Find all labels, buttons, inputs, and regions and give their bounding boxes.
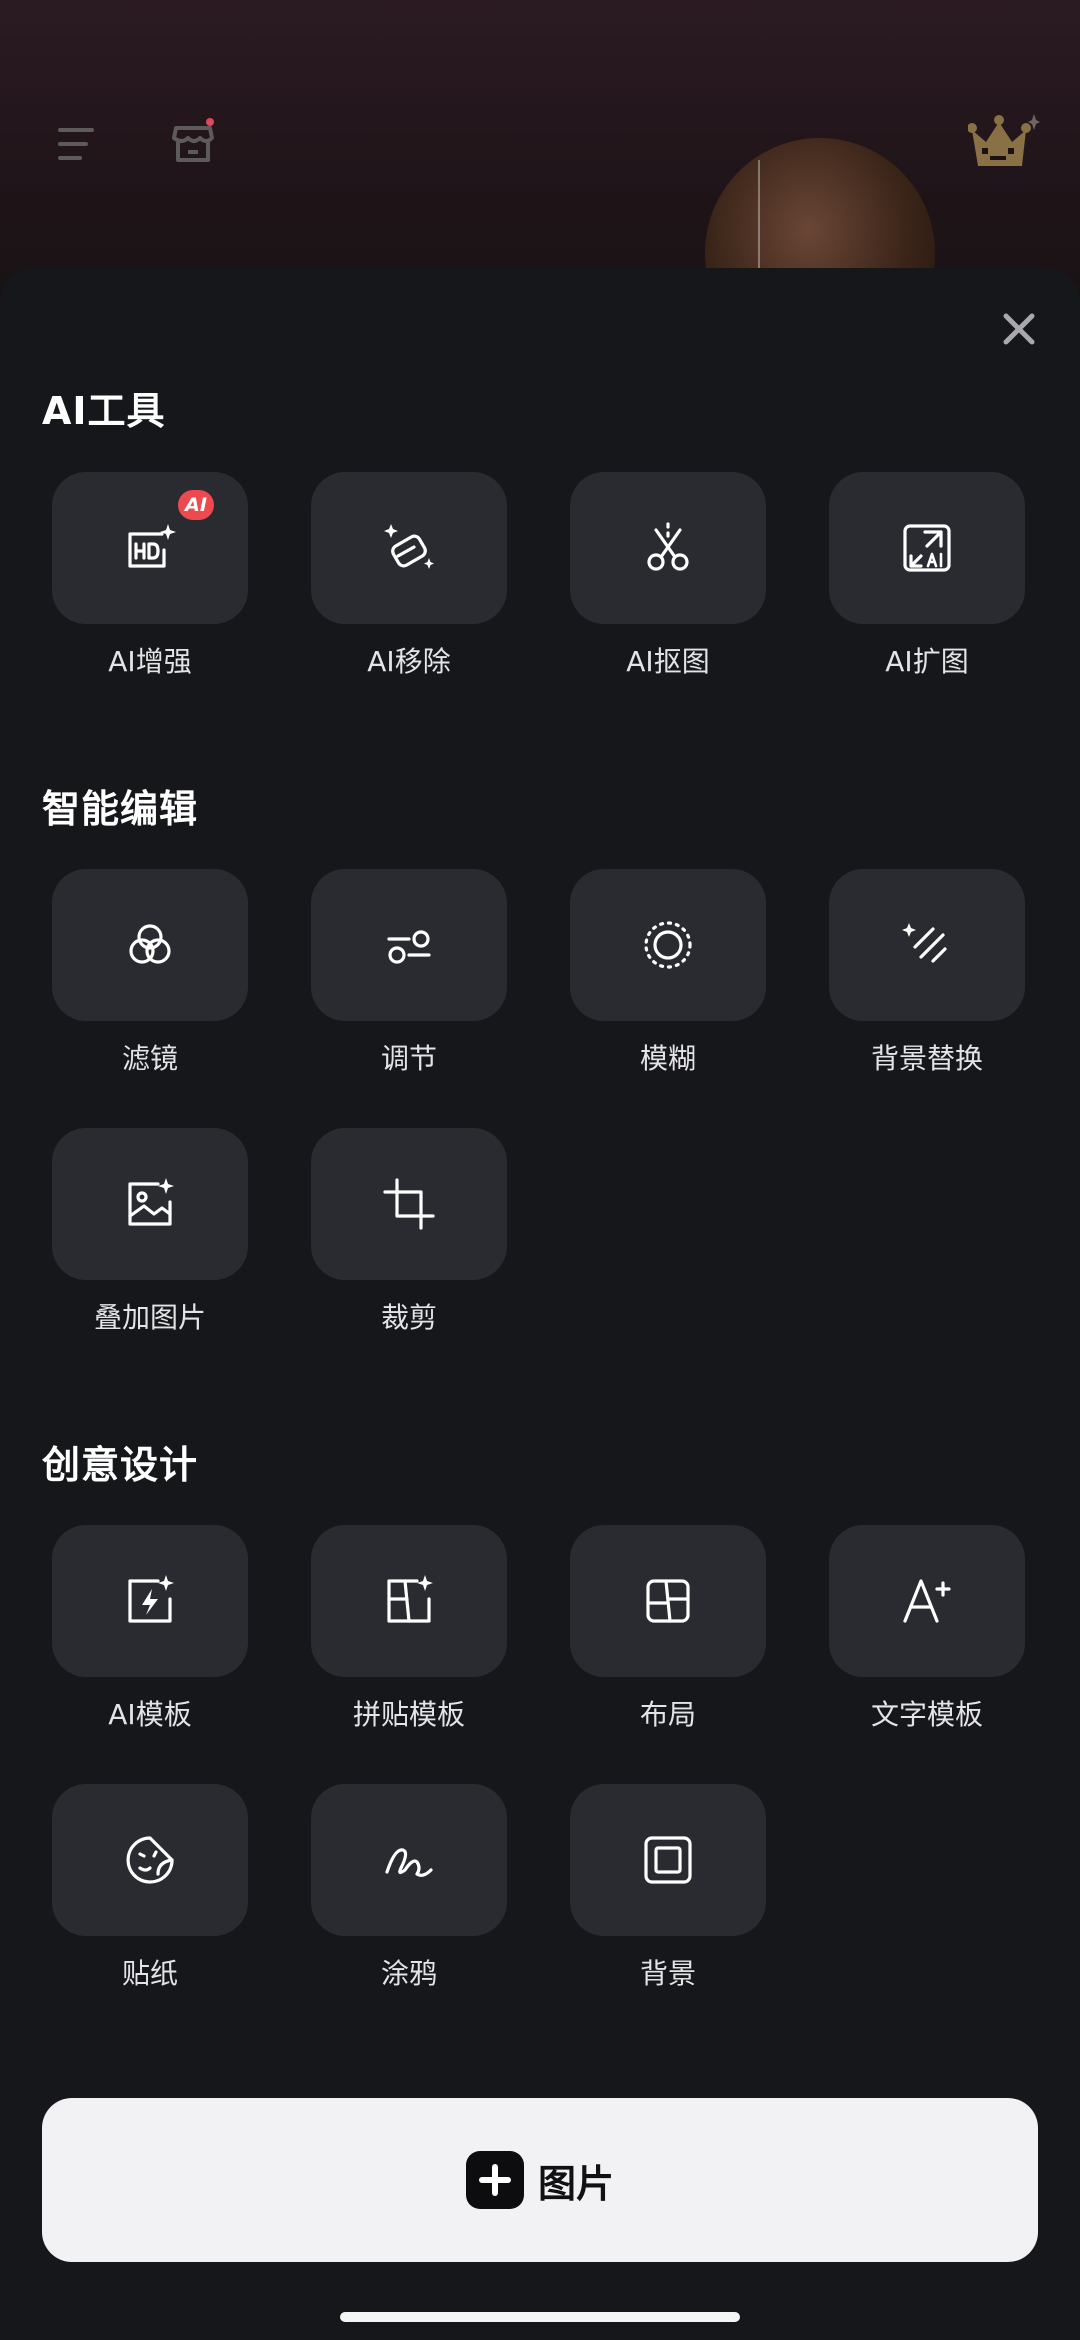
store-icon[interactable] xyxy=(170,120,216,166)
collage-template-icon xyxy=(387,1575,433,1623)
close-icon[interactable] xyxy=(994,304,1044,354)
menu-icon[interactable] xyxy=(58,128,98,164)
filter-label: 滤镜 xyxy=(121,1042,178,1075)
eraser-icon xyxy=(384,524,434,569)
text-template-label: 文字模板 xyxy=(870,1698,983,1731)
adjust-button[interactable] xyxy=(311,869,507,1021)
collage-template-label: 拼贴模板 xyxy=(352,1698,465,1731)
ai-expand-label: AI扩图 xyxy=(885,645,969,678)
layout-label: 布局 xyxy=(639,1698,696,1731)
doodle-label: 涂鸦 xyxy=(380,1957,437,1990)
photo-detail xyxy=(758,160,760,280)
collage-template-button[interactable] xyxy=(311,1525,507,1677)
add-image-label: 图片 xyxy=(537,2161,614,2206)
background-replace-icon xyxy=(902,923,947,963)
adjust-label: 调节 xyxy=(380,1042,437,1075)
ai-expand-button[interactable] xyxy=(829,472,1025,624)
section-title-ai-tools: AI工具 xyxy=(42,389,166,433)
overlay-image-icon xyxy=(128,1178,174,1226)
background-replace-button[interactable] xyxy=(829,869,1025,1021)
background-icon xyxy=(644,1836,692,1884)
ai-enhance-button[interactable] xyxy=(52,472,248,624)
background-label: 背景 xyxy=(639,1957,696,1990)
ai-template-icon xyxy=(128,1575,174,1623)
layout-button[interactable] xyxy=(570,1525,766,1677)
section-title-creative-design: 创意设计 xyxy=(42,1443,199,1487)
filter-button[interactable] xyxy=(52,869,248,1021)
crop-label: 裁剪 xyxy=(380,1301,437,1334)
ai-template-label: AI模板 xyxy=(108,1698,192,1731)
sticker-icon xyxy=(126,1836,174,1884)
doodle-button[interactable] xyxy=(311,1784,507,1936)
crown-icon[interactable] xyxy=(967,108,1040,174)
notification-dot xyxy=(206,118,214,126)
overlay-image-button[interactable] xyxy=(52,1128,248,1280)
home-indicator xyxy=(340,2312,740,2322)
blur-icon xyxy=(644,921,692,969)
add-image-button[interactable]: 图片 xyxy=(42,2098,1038,2262)
ai-enhance-label: AI增强 xyxy=(108,645,192,678)
overlay-image-label: 叠加图片 xyxy=(93,1301,206,1334)
ai-cutout-label: AI抠图 xyxy=(626,645,710,678)
background-button[interactable] xyxy=(570,1784,766,1936)
sticker-button[interactable] xyxy=(52,1784,248,1936)
hd-enhance-icon xyxy=(128,524,176,568)
text-template-button[interactable] xyxy=(829,1525,1025,1677)
ai-remove-label: AI移除 xyxy=(367,645,451,678)
crop-button[interactable] xyxy=(311,1128,507,1280)
blur-label: 模糊 xyxy=(639,1042,696,1075)
ai-remove-button[interactable] xyxy=(311,472,507,624)
ai-cutout-button[interactable] xyxy=(570,472,766,624)
plus-icon xyxy=(465,2151,524,2209)
ai-badge: AI xyxy=(178,490,214,520)
section-title-smart-edit: 智能编辑 xyxy=(42,787,199,831)
sticker-label: 贴纸 xyxy=(121,1957,178,1990)
filter-icon xyxy=(129,924,171,964)
scissors-icon xyxy=(647,522,689,571)
crop-icon xyxy=(383,1178,435,1230)
expand-icon xyxy=(903,524,951,572)
doodle-icon xyxy=(385,1848,433,1877)
adjust-icon xyxy=(387,930,431,964)
text-template-icon xyxy=(903,1579,951,1623)
blur-button[interactable] xyxy=(570,869,766,1021)
background-replace-label: 背景替换 xyxy=(870,1042,983,1075)
ai-template-button[interactable] xyxy=(52,1525,248,1677)
layout-icon xyxy=(646,1579,690,1623)
